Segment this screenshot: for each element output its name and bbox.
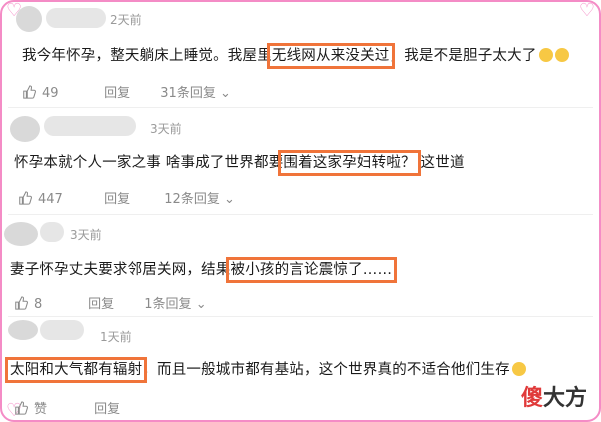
comment-text-part: ，我是不是胆子太大了 <box>389 48 537 64</box>
comment-text-part: ，而且一般城市都有基站，这个世界真的不适合他们生存 <box>142 362 510 378</box>
username[interactable] <box>44 116 136 136</box>
comment-item: 3天前 怀孕本就个人一家之事 啥事成了世界都要围着这家孕妇转啦？ 这世道 447… <box>0 110 601 215</box>
grin-emoji-icon <box>554 48 569 62</box>
comment-text-part: 这世道 <box>420 155 465 171</box>
view-replies-link[interactable]: 12条回复 ⌄ <box>164 188 235 207</box>
comment-text-part: 妻子怀孕丈夫要求邻居关网，结果 <box>10 262 231 278</box>
username[interactable] <box>40 222 64 242</box>
divider <box>8 214 593 215</box>
thumbs-up-icon <box>15 401 28 415</box>
watermark-char: 傻 <box>520 386 543 411</box>
watermark-logo: 傻大方 <box>521 380 587 412</box>
comment-text: 太阳和大气都有辐射，而且一般城市都有基站，这个世界真的不适合他们生存 <box>4 357 526 383</box>
comment-item: 2天前 我今年怀孕，整天躺床上睡觉。我屋里无线网从来没关过，我是不是胆子太大了 … <box>0 0 601 105</box>
comment-text-part: 我今年怀孕，整天躺床上睡觉。我屋里 <box>22 48 272 64</box>
view-replies-link[interactable]: 31条回复 ⌄ <box>160 82 231 101</box>
avatar[interactable] <box>4 222 38 246</box>
like-count: 49 <box>42 86 59 101</box>
chevron-down-icon: ⌄ <box>195 297 207 312</box>
chevron-down-icon: ⌄ <box>223 192 235 207</box>
divider <box>8 107 593 108</box>
reply-button[interactable]: 回复 <box>88 293 140 312</box>
highlighted-phrase: 围着这家孕妇转啦？ <box>278 150 421 176</box>
comment-time: 3天前 <box>150 122 182 136</box>
username[interactable] <box>40 320 84 340</box>
avatar[interactable] <box>8 320 38 340</box>
chevron-down-icon: ⌄ <box>219 86 231 101</box>
divider <box>8 316 593 317</box>
like-button[interactable]: 8 <box>14 296 84 312</box>
comment-item: 3天前 妻子怀孕丈夫要求邻居关网，结果被小孩的言论震惊了…… 8 回复 1条回复… <box>0 218 601 318</box>
reply-button[interactable]: 回复 <box>104 82 156 101</box>
reply-count: 31条回复 <box>160 86 216 101</box>
reply-button[interactable]: 回复 <box>104 188 160 207</box>
thumbs-up-icon <box>19 191 32 205</box>
comment-time: 3天前 <box>70 228 102 242</box>
thumbs-up-icon <box>15 296 28 310</box>
like-button[interactable]: 赞 <box>14 398 90 417</box>
comment-actions: 447 回复 12条回复 ⌄ <box>18 188 235 207</box>
like-count: 赞 <box>34 402 48 417</box>
like-count: 447 <box>38 192 63 207</box>
like-button[interactable]: 49 <box>22 85 100 101</box>
comment-text-part: 怀孕本就个人一家之事 啥事成了世界都要 <box>14 155 284 171</box>
comment-actions: 赞 回复 <box>14 398 120 417</box>
watermark-text: 大方 <box>542 386 587 411</box>
comment-time: 1天前 <box>100 330 132 344</box>
like-count: 8 <box>34 297 43 312</box>
comment-text: 妻子怀孕丈夫要求邻居关网，结果被小孩的言论震惊了…… <box>10 257 398 283</box>
grin-emoji-icon <box>511 362 526 376</box>
view-replies-link[interactable]: 1条回复 ⌄ <box>144 293 206 312</box>
comment-actions: 49 回复 31条回复 ⌄ <box>22 82 231 101</box>
avatar[interactable] <box>10 116 40 142</box>
grin-emoji-icon <box>538 48 553 62</box>
like-button[interactable]: 447 <box>18 191 100 207</box>
avatar[interactable] <box>16 6 42 32</box>
comment-actions: 8 回复 1条回复 ⌄ <box>14 293 207 312</box>
comment-text: 我今年怀孕，整天躺床上睡觉。我屋里无线网从来没关过，我是不是胆子太大了 <box>22 43 569 69</box>
highlighted-phrase: 无线网从来没关过 <box>266 43 395 69</box>
thumbs-up-icon <box>23 85 36 99</box>
username[interactable] <box>46 8 106 28</box>
highlighted-phrase: 太阳和大气都有辐射 <box>4 357 148 383</box>
highlighted-phrase: 被小孩的言论震惊了…… <box>225 257 398 283</box>
comment-time: 2天前 <box>110 13 142 27</box>
comment-item: 1天前 太阳和大气都有辐射，而且一般城市都有基站，这个世界真的不适合他们生存 赞… <box>0 318 601 422</box>
reply-count: 12条回复 <box>164 192 220 207</box>
reply-button[interactable]: 回复 <box>94 398 120 417</box>
reply-count: 1条回复 <box>144 297 192 312</box>
comment-text: 怀孕本就个人一家之事 啥事成了世界都要围着这家孕妇转啦？ 这世道 <box>14 150 465 176</box>
